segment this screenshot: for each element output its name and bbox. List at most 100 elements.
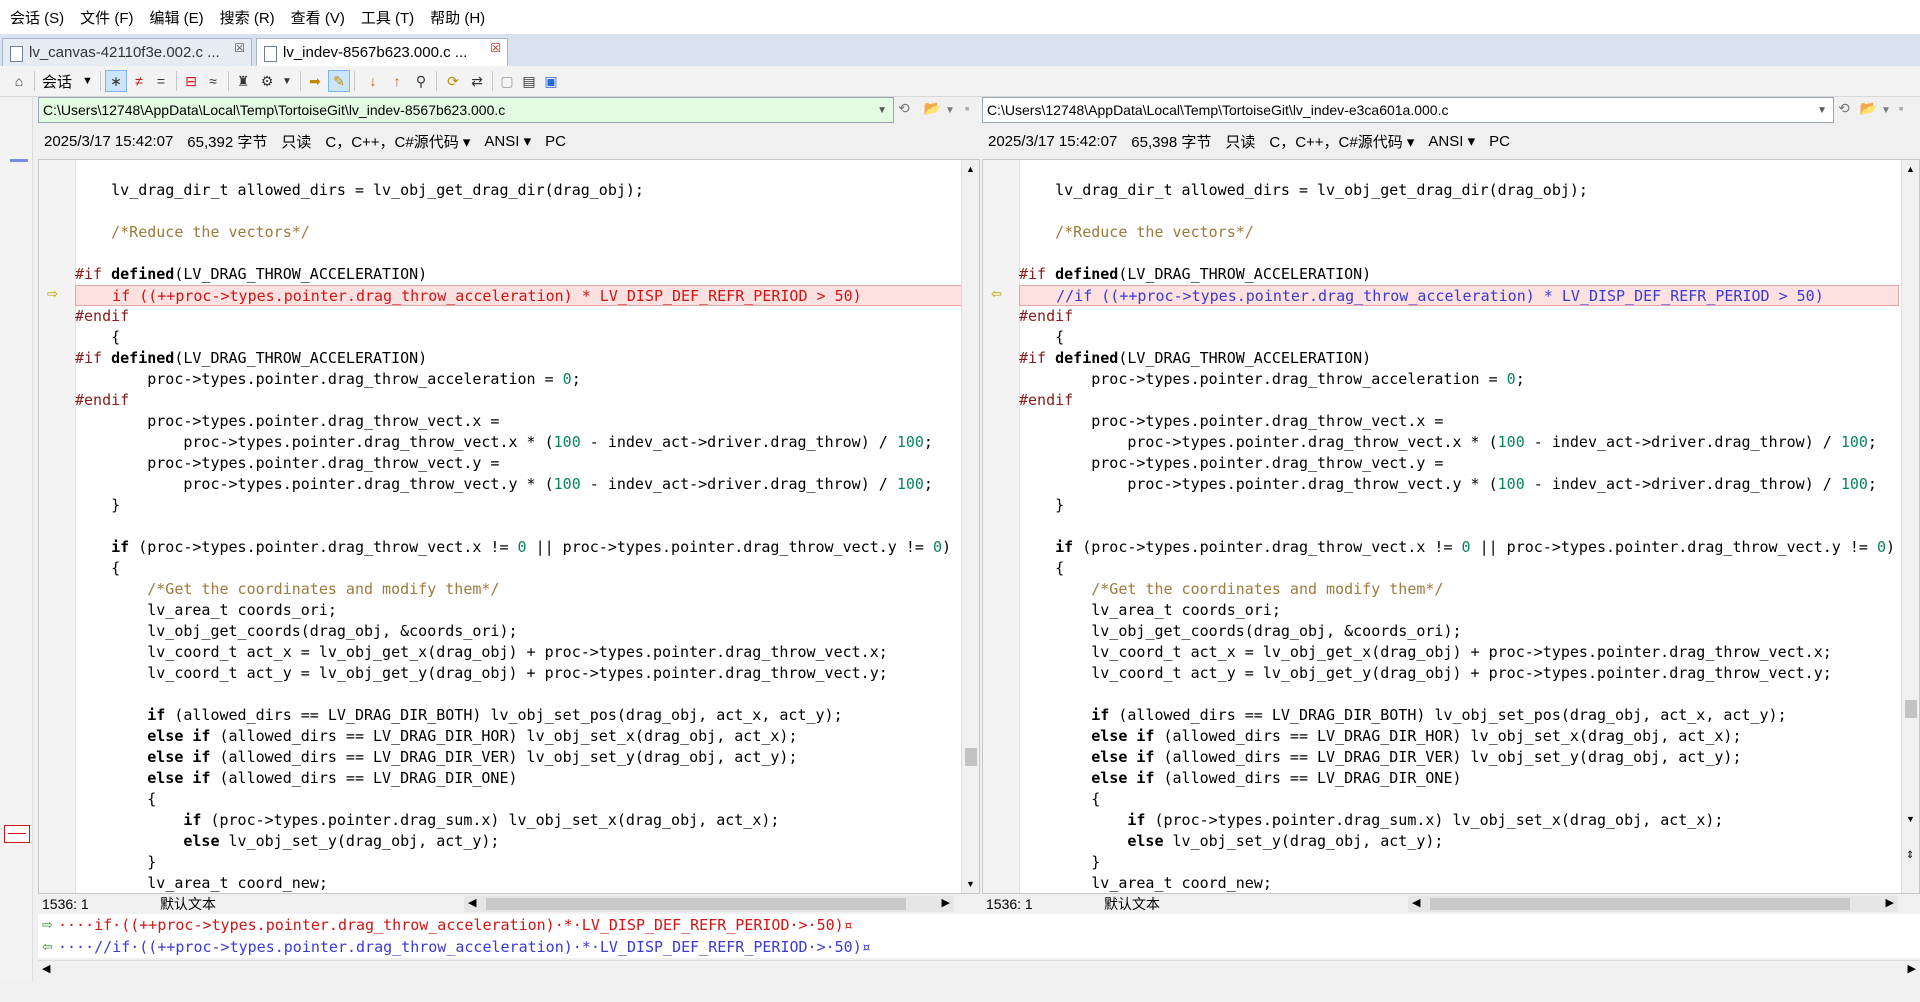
scroll-left-icon: ◀ [468, 897, 477, 909]
open-folder-icon[interactable]: 📂 [1860, 100, 1877, 116]
code-line: else lv_obj_set_y(drag_obj, act_y); [1127, 832, 1444, 850]
context-icon[interactable]: ⊟ [180, 70, 202, 92]
code-line: lv_area_t coords_ori; [1019, 601, 1281, 619]
code-line: } [1019, 853, 1101, 871]
file-timestamp: 2025/3/17 15:42:07 [44, 132, 174, 150]
code-line: proc->types.pointer.drag_throw_vect.x = [1019, 412, 1444, 430]
diff-line: if ((++proc->types.pointer.drag_throw_ac… [75, 285, 979, 306]
goto-arrow-icon[interactable]: ➡ [304, 70, 326, 92]
code-line: proc->types.pointer.drag_throw_vect.y * … [1019, 475, 1877, 493]
save-icon[interactable]: ▪ [965, 100, 970, 116]
open-folder-icon[interactable]: 📂 [924, 100, 941, 116]
session-combo-label: 会话 [42, 73, 73, 91]
session-combo[interactable]: 会话 ▼ [42, 70, 93, 92]
format-dropdown[interactable]: C，C++，C#源代码 ▾ [1269, 131, 1414, 152]
right-code-pane[interactable]: ⇦ lv_drag_dir_t allowed_dirs = lv_obj_ge… [982, 159, 1920, 894]
left-path-field[interactable]: C:\Users\12748\AppData\Local\Temp\Tortoi… [38, 97, 894, 123]
encoding-dropdown[interactable]: ANSI ▾ [1428, 132, 1475, 150]
code-line: #endif [1019, 391, 1074, 409]
menu-search[interactable]: 搜索 (R) [214, 7, 281, 28]
format-icon[interactable]: ⚙ [256, 70, 278, 92]
code-line: if (proc->types.pointer.drag_sum.x) lv_o… [1127, 811, 1724, 829]
report-icon[interactable]: ▣ [540, 70, 562, 92]
diff-detail-scrollbar[interactable]: ◀ ▶ [38, 960, 1920, 979]
layout-icon[interactable]: ▤ [518, 70, 540, 92]
menu-view[interactable]: 查看 (V) [285, 7, 351, 28]
code-line: #if defined(LV_DRAG_THROW_ACCELERATION) [1019, 349, 1372, 367]
chevron-down-icon[interactable]: ▼ [1881, 105, 1891, 116]
left-arrow-icon: ⇨ [42, 917, 53, 932]
code-line: proc->types.pointer.drag_throw_vect.y = [1019, 454, 1444, 472]
code-line: { [1019, 328, 1065, 346]
code-line: lv_coord_t act_x = lv_obj_get_x(drag_obj… [1019, 643, 1832, 661]
menu-tools[interactable]: 工具 (T) [355, 7, 420, 28]
edit-pencil-icon[interactable]: ✎ [328, 70, 350, 92]
close-icon[interactable]: ☒ [234, 41, 245, 55]
scroll-right-icon: ▶ [1907, 963, 1916, 975]
chevron-down-icon[interactable]: ▼ [276, 70, 298, 92]
swap-icon[interactable]: ⇄ [466, 70, 488, 92]
chevron-down-icon[interactable]: ▼ [1817, 105, 1827, 116]
menu-session[interactable]: 会话 (S) [4, 7, 70, 28]
left-horizontal-scrollbar[interactable]: ◀ ▶ [464, 896, 954, 912]
code-line: else lv_obj_set_y(drag_obj, act_y); [183, 832, 500, 850]
scroll-left-icon: ◀ [42, 963, 51, 975]
right-vertical-scrollbar[interactable]: ▲ ▼ ⇕ [1901, 160, 1919, 893]
approx-icon[interactable]: ≈ [202, 70, 224, 92]
rules-icon[interactable]: ♜ [232, 70, 254, 92]
show-all-icon[interactable]: ∗ [105, 70, 127, 92]
code-line: proc->types.pointer.drag_throw_accelerat… [75, 370, 581, 388]
left-vertical-scrollbar[interactable]: ▲ ▼ [961, 160, 979, 893]
code-line: #if defined(LV_DRAG_THROW_ACCELERATION) [75, 265, 428, 283]
refresh-icon[interactable]: ⟲ [898, 100, 910, 116]
format-dropdown[interactable]: C，C++，C#源代码 ▾ [325, 131, 470, 152]
tab-lv-canvas[interactable]: lv_canvas-42110f3e.002.c ... ☒ [2, 38, 252, 66]
tab-label: lv_canvas-42110f3e.002.c ... [29, 44, 220, 61]
right-path-field[interactable]: C:\Users\12748\AppData\Local\Temp\Tortoi… [982, 97, 1834, 123]
scroll-thumb[interactable] [1430, 898, 1850, 910]
encoding-dropdown[interactable]: ANSI ▾ [484, 132, 531, 150]
code-line: lv_area_t coord_new; [1019, 874, 1272, 892]
right-file-info: 2025/3/17 15:42:07 65,398 字节 只读 C，C++，C#… [988, 128, 1510, 154]
scroll-thumb[interactable] [965, 748, 977, 766]
line-ending-label: PC [545, 132, 566, 150]
sync-icon[interactable]: ⟳ [442, 70, 464, 92]
left-file-info: 2025/3/17 15:42:07 65,392 字节 只读 C，C++，C#… [44, 128, 566, 154]
right-horizontal-scrollbar[interactable]: ◀ ▶ [1408, 896, 1898, 912]
left-status-bar: 1536: 1 默认文本 [40, 894, 460, 914]
scroll-right-icon: ▶ [941, 897, 950, 909]
find-binoculars-icon[interactable]: ⚲ [410, 70, 432, 92]
save-icon[interactable]: ▪ [1899, 100, 1904, 116]
home-icon[interactable]: ⌂ [8, 70, 30, 92]
code-line: { [75, 328, 121, 346]
code-line: { [1019, 559, 1065, 577]
scroll-thumb[interactable] [486, 898, 906, 910]
menu-edit[interactable]: 编辑 (E) [144, 7, 210, 28]
chevron-down-icon: ▼ [82, 75, 93, 87]
code-line: proc->types.pointer.drag_throw_accelerat… [1019, 370, 1525, 388]
next-diff-icon[interactable]: ↓ [362, 70, 384, 92]
diff-line: //if ((++proc->types.pointer.drag_throw_… [1019, 285, 1899, 306]
refresh-icon[interactable]: ⟲ [1838, 100, 1850, 116]
chevron-down-icon[interactable]: ▼ [877, 105, 887, 116]
prev-diff-icon[interactable]: ↑ [386, 70, 408, 92]
menu-file[interactable]: 文件 (F) [74, 7, 139, 28]
code-line: } [1019, 496, 1065, 514]
close-icon[interactable]: ☒ [490, 41, 501, 55]
current-diff-arrow-icon: ⇨ [47, 286, 58, 301]
document-icon [264, 46, 277, 62]
show-differences-icon[interactable]: ≠ [128, 70, 150, 92]
scroll-thumb[interactable] [1905, 700, 1917, 718]
code-line: { [75, 790, 157, 808]
code-line: lv_drag_dir_t allowed_dirs = lv_obj_get_… [1019, 181, 1588, 199]
left-code-pane[interactable]: ⇨ lv_drag_dir_t allowed_dirs = lv_obj_ge… [38, 159, 980, 894]
file-size: 65,398 字节 [1131, 133, 1212, 151]
menu-help[interactable]: 帮助 (H) [424, 7, 491, 28]
tab-lv-indev[interactable]: lv_indev-8567b623.000.c ... ☒ [256, 38, 508, 66]
code-line: lv_coord_t act_y = lv_obj_get_y(drag_obj… [75, 664, 888, 682]
code-line: } [75, 853, 157, 871]
view-icon[interactable]: ▢ [496, 70, 518, 92]
chevron-down-icon[interactable]: ▼ [945, 105, 955, 116]
show-same-icon[interactable]: = [150, 70, 172, 92]
overview-gutter[interactable] [0, 97, 33, 981]
